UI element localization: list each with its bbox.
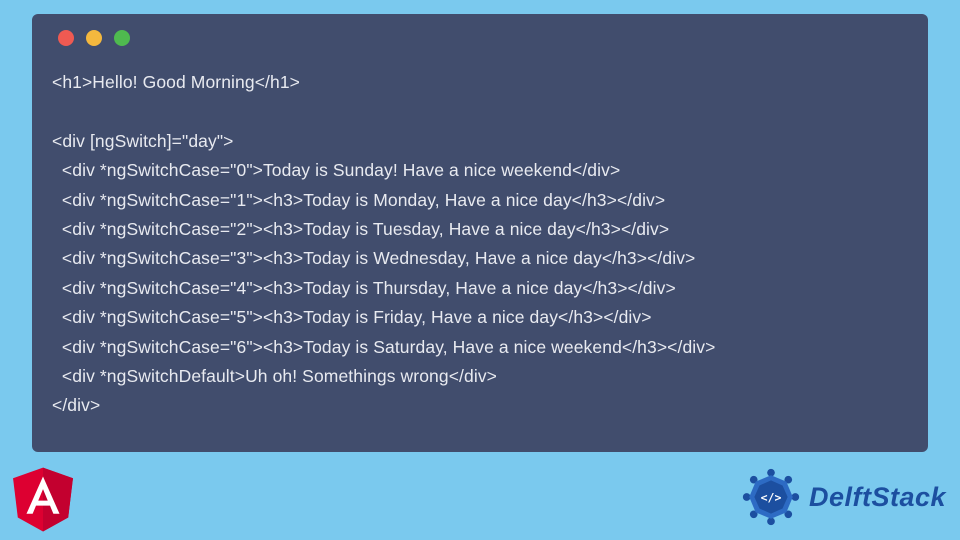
footer: </> DelftStack [0,460,960,540]
svg-text:</>: </> [761,490,782,504]
code-window: <h1>Hello! Good Morning</h1> <div [ngSwi… [32,14,928,452]
code-content: <h1>Hello! Good Morning</h1> <div [ngSwi… [52,68,908,421]
window-maximize-dot [114,30,130,46]
angular-logo-icon [8,460,78,534]
delftstack-logo: </> DelftStack [739,465,946,529]
delftstack-label: DelftStack [809,482,946,513]
delftstack-badge-icon: </> [739,465,803,529]
window-minimize-dot [86,30,102,46]
window-close-dot [58,30,74,46]
window-traffic-lights [52,30,908,46]
